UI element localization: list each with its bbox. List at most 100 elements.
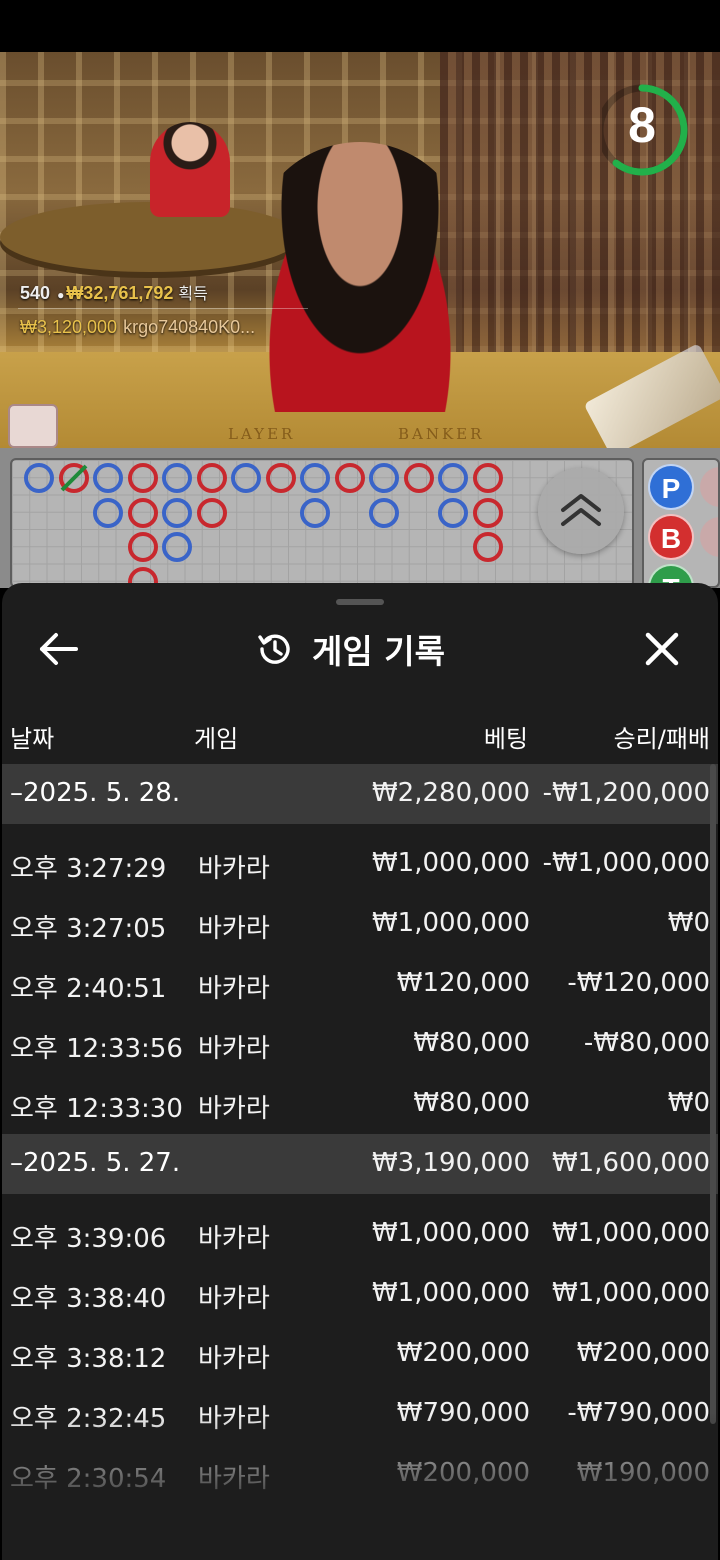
column-header-result: 승리/패배 [613, 725, 710, 753]
banker-ball-label: B [660, 523, 682, 554]
row-result: ₩1,000,000 [551, 1218, 710, 1248]
latest-win-amount: ₩3,120,000 [20, 317, 118, 337]
row-bet: ₩80,000 [413, 1088, 530, 1118]
date-group-row[interactable]: –2025. 5. 27. ₩3,190,000 ₩1,600,000 [2, 1134, 718, 1194]
road-mark-player [438, 498, 468, 528]
row-time: 오후 2:30:54 [10, 1464, 167, 1494]
row-game: 바카라 [198, 1464, 270, 1494]
table-label-player: LAYER [228, 425, 296, 443]
road-mark-player [300, 498, 330, 528]
road-mark-banker [197, 498, 227, 528]
history-row[interactable]: 오후 2:40:51 바카라 ₩120,000 -₩120,000 [2, 954, 718, 1014]
player-ball-label: P [661, 473, 681, 504]
arrow-left-icon [40, 633, 78, 665]
row-game: 바카라 [198, 1344, 270, 1374]
group-bet-total: ₩3,190,000 [371, 1148, 530, 1178]
row-bet: ₩80,000 [413, 1028, 530, 1058]
road-mark-player [369, 498, 399, 528]
background-dealer [150, 122, 230, 217]
road-mark-banker [404, 463, 434, 493]
road-mark-player [369, 463, 399, 493]
history-row[interactable]: 오후 3:27:29 바카라 ₩1,000,000 -₩1,000,000 [2, 834, 718, 894]
history-row[interactable]: 오후 2:30:54 바카라 ₩200,000 ₩190,000 [2, 1444, 718, 1504]
row-bet: ₩200,000 [396, 1458, 530, 1488]
row-result: -₩1,000,000 [542, 848, 710, 878]
history-row[interactable]: 오후 3:39:06 바카라 ₩1,000,000 ₩1,000,000 [2, 1204, 718, 1264]
next-ball [700, 517, 718, 557]
back-button[interactable] [32, 627, 84, 671]
card-deck [8, 404, 58, 448]
row-bet: ₩1,000,000 [371, 1218, 530, 1248]
road-mark-player [93, 463, 123, 493]
row-time: 오후 3:27:29 [10, 854, 167, 884]
history-row[interactable]: 오후 12:33:56 바카라 ₩80,000 -₩80,000 [2, 1014, 718, 1074]
column-header-bet: 베팅 [483, 725, 528, 753]
person-icon: ● [57, 288, 65, 302]
group-date: –2025. 5. 27. [10, 1148, 181, 1178]
row-game: 바카라 [198, 1404, 270, 1434]
history-row[interactable]: 오후 2:32:45 바카라 ₩790,000 -₩790,000 [2, 1384, 718, 1444]
row-game: 바카라 [198, 974, 270, 1004]
row-bet: ₩1,000,000 [371, 848, 530, 878]
winner-summary: 540 ● ₩32,761,792 획득 [20, 280, 208, 304]
road-mark-banker [473, 498, 503, 528]
road-mark-banker [128, 463, 158, 493]
bead-legend: P B T [642, 458, 720, 588]
row-time: 오후 3:38:12 [10, 1344, 167, 1374]
row-game: 바카라 [198, 1094, 270, 1124]
row-result: ₩0 [667, 1088, 710, 1118]
row-bet: ₩200,000 [396, 1338, 530, 1368]
road-mark-player [162, 498, 192, 528]
row-bet: ₩120,000 [396, 968, 530, 998]
row-time: 오후 12:33:56 [10, 1034, 183, 1064]
banker-ball[interactable]: B [648, 514, 694, 560]
road-mark-player [162, 532, 192, 562]
road-mark-player [231, 463, 261, 493]
date-group-row[interactable]: –2025. 5. 28. ₩2,280,000 -₩1,200,000 [2, 764, 718, 824]
row-time: 오후 3:38:40 [10, 1284, 167, 1314]
row-time: 오후 3:27:05 [10, 914, 167, 944]
row-result: ₩1,000,000 [551, 1278, 710, 1308]
history-scrollbar[interactable] [710, 764, 716, 1424]
row-time: 오후 2:40:51 [10, 974, 167, 1004]
row-game: 바카라 [198, 854, 270, 884]
group-result-total: -₩1,200,000 [542, 778, 710, 808]
double-chevron-up-icon [561, 494, 601, 526]
expand-roadmap-button[interactable] [538, 468, 624, 554]
sheet-drag-handle[interactable] [336, 599, 384, 605]
row-game: 바카라 [198, 1034, 270, 1064]
history-row[interactable]: 오후 3:38:12 바카라 ₩200,000 ₩200,000 [2, 1324, 718, 1384]
history-row[interactable]: 오후 3:27:05 바카라 ₩1,000,000 ₩0 [2, 894, 718, 954]
row-time: 오후 12:33:30 [10, 1094, 183, 1124]
close-button[interactable] [638, 625, 686, 673]
road-mark-banker [473, 463, 503, 493]
player-ball[interactable]: P [648, 464, 694, 510]
row-result: -₩80,000 [583, 1028, 710, 1058]
screen: { "live": { "timer": "8", "winner_summar… [0, 0, 720, 1560]
row-result: -₩790,000 [567, 1398, 710, 1428]
row-bet: ₩1,000,000 [371, 1278, 530, 1308]
latest-win-user: krgo740840K0... [123, 317, 256, 337]
dealer [250, 142, 470, 412]
row-time: 오후 3:39:06 [10, 1224, 167, 1254]
group-bet-total: ₩2,280,000 [371, 778, 530, 808]
history-table: –2025. 5. 28. ₩2,280,000 -₩1,200,000 오후 … [2, 764, 718, 1504]
row-bet: ₩790,000 [396, 1398, 530, 1428]
history-row[interactable]: 오후 12:33:30 바카라 ₩80,000 ₩0 [2, 1074, 718, 1134]
close-icon [645, 632, 679, 666]
winner-suffix: 획득 [178, 286, 208, 303]
winner-divider [18, 308, 308, 309]
countdown-number: 8 [628, 97, 656, 153]
row-result: ₩0 [667, 908, 710, 938]
road-mark-banker [128, 498, 158, 528]
history-row[interactable]: 오후 3:38:40 바카라 ₩1,000,000 ₩1,000,000 [2, 1264, 718, 1324]
road-mark-banker [266, 463, 296, 493]
road-mark-player [24, 463, 54, 493]
column-header-date: 날짜 [10, 725, 55, 753]
winner-count: 540 [20, 283, 51, 303]
road-mark-banker [197, 463, 227, 493]
row-game: 바카라 [198, 1284, 270, 1314]
row-result: -₩120,000 [567, 968, 710, 998]
winner-amount: ₩32,761,792 [66, 283, 174, 303]
group-date: –2025. 5. 28. [10, 778, 181, 808]
